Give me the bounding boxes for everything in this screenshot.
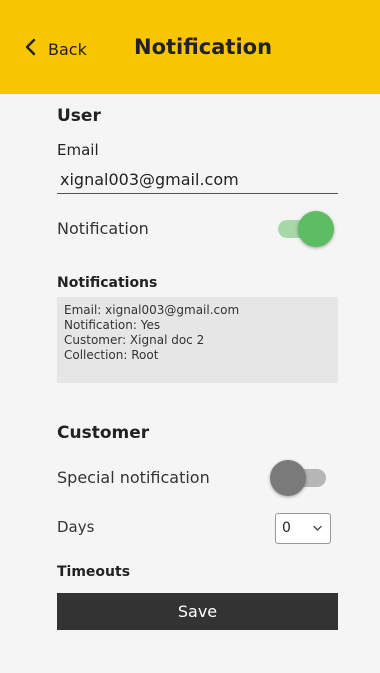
notifications-summary: Email: xignal003@gmail.com Notification:… [57,297,338,383]
special-notification-toggle[interactable] [270,458,330,498]
notification-toggle-thumb [298,211,334,247]
summary-collection: Collection: Root [64,348,159,362]
email-label: Email [57,141,99,159]
customer-section-heading: Customer [57,423,150,443]
days-select[interactable]: 0 [275,513,331,544]
special-notification-label: Special notification [57,468,210,487]
days-select-value: 0 [282,520,291,536]
app-header: Back Notification [0,0,380,94]
summary-customer: Customer: Xignal doc 2 [64,333,205,347]
notifications-heading: Notifications [57,275,158,291]
days-label: Days [57,518,95,536]
notification-label: Notification [57,219,149,238]
notification-screen: Back Notification User Email Notificatio… [0,0,380,673]
save-button[interactable]: Save [57,593,338,630]
page-title: Notification [134,35,273,59]
timeouts-heading: Timeouts [57,564,131,580]
user-section-heading: User [57,106,101,126]
back-button[interactable]: Back [24,38,87,60]
summary-email: Email: xignal003@gmail.com [64,303,240,317]
notification-toggle[interactable] [274,209,334,249]
chevron-left-icon [24,38,38,60]
summary-notification: Notification: Yes [64,318,161,332]
back-label: Back [48,39,87,59]
special-notification-toggle-thumb [270,460,306,496]
email-field[interactable] [57,166,338,194]
